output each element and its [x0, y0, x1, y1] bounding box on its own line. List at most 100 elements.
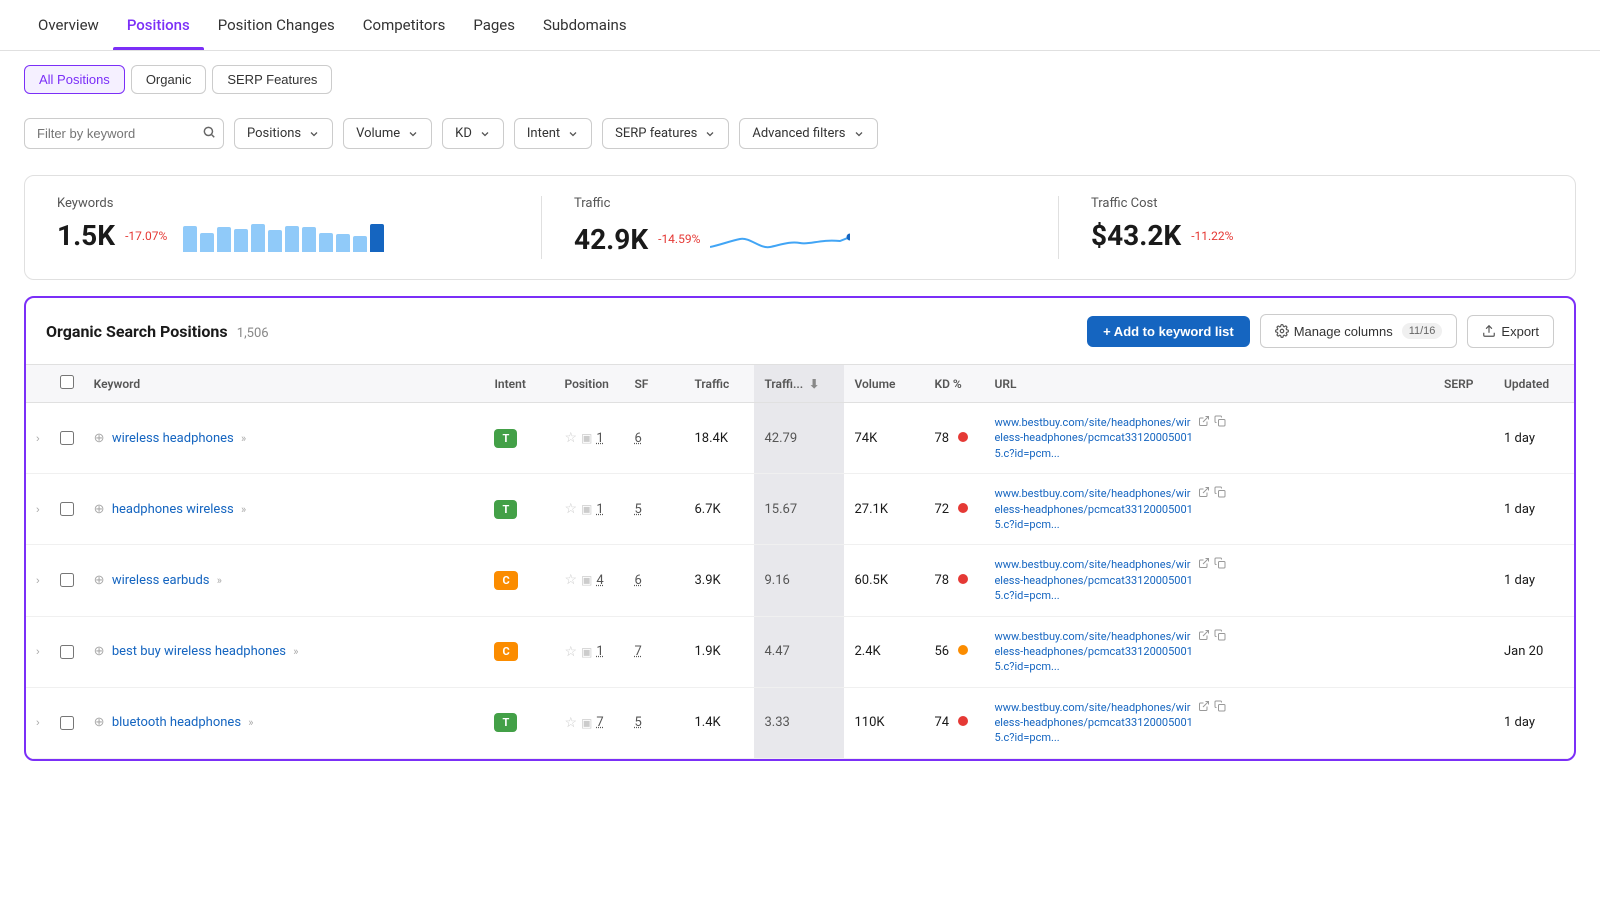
nav-subdomains[interactable]: Subdomains — [529, 0, 641, 50]
expand-button[interactable]: › — [36, 717, 40, 729]
keyword-link[interactable]: best buy wireless headphones — [112, 644, 286, 659]
updated-value: 1 day — [1504, 431, 1535, 446]
traffic-cost-stat: Traffic Cost $43.2K -11.22% — [1059, 196, 1575, 259]
keyword-link[interactable]: headphones wireless — [112, 502, 234, 517]
volume-cell: 60.5K — [844, 545, 924, 616]
kd-filter[interactable]: KD — [442, 118, 504, 149]
th-keyword[interactable]: Keyword — [84, 365, 485, 403]
url-text: www.bestbuy.com/site/headphones/wireless… — [994, 629, 1194, 675]
traffic-cell: 6.7K — [684, 474, 754, 545]
positions-filter[interactable]: Positions — [234, 118, 333, 149]
nav-position-changes[interactable]: Position Changes — [204, 0, 349, 50]
traffic-pct-cell: 42.79 — [754, 403, 844, 474]
keyword-link[interactable]: wireless headphones — [112, 431, 234, 446]
updated-cell: 1 day — [1494, 474, 1574, 545]
expand-button[interactable]: › — [36, 646, 40, 658]
traffic-cost-value-row: $43.2K -11.22% — [1091, 219, 1543, 252]
keyword-filter-input[interactable] — [24, 118, 224, 149]
traffic-pct-cell: 4.47 — [754, 616, 844, 687]
url-copy-button[interactable] — [1214, 486, 1226, 501]
url-cell: www.bestbuy.com/site/headphones/wireless… — [984, 687, 1434, 758]
sf-value: 7 — [634, 644, 641, 659]
external-link-icon — [1198, 415, 1210, 427]
th-kd[interactable]: KD % — [924, 365, 984, 403]
kd-cell: 72 — [924, 474, 984, 545]
url-copy-button[interactable] — [1214, 557, 1226, 572]
updated-value: Jan 20 — [1504, 644, 1543, 659]
th-volume[interactable]: Volume — [844, 365, 924, 403]
sf-value: 6 — [634, 431, 641, 446]
expand-button[interactable]: › — [36, 575, 40, 587]
sub-tabs: All Positions Organic SERP Features — [0, 51, 1600, 108]
row-checkbox[interactable] — [60, 716, 74, 730]
export-button[interactable]: Export — [1467, 315, 1554, 348]
th-serp[interactable]: SERP — [1434, 365, 1494, 403]
row-checkbox[interactable] — [60, 573, 74, 587]
url-copy-button[interactable] — [1214, 629, 1226, 644]
url-external-link-button[interactable] — [1198, 415, 1210, 430]
select-all-checkbox[interactable] — [60, 375, 74, 389]
add-to-keyword-list-button[interactable]: + Add to keyword list — [1087, 316, 1250, 347]
keyword-link[interactable]: bluetooth headphones — [112, 715, 241, 730]
th-updated[interactable]: Updated — [1494, 365, 1574, 403]
volume-cell: 27.1K — [844, 474, 924, 545]
plus-circle-icon: ⊕ — [94, 715, 105, 730]
expand-button[interactable]: › — [36, 504, 40, 516]
table-actions: + Add to keyword list Manage columns 11/… — [1087, 314, 1554, 348]
row-checkbox[interactable] — [60, 502, 74, 516]
traffic-pct-value: 3.33 — [764, 715, 789, 730]
keyword-cell: ⊕ wireless earbuds » — [84, 545, 485, 616]
th-traffic-pct[interactable]: Traffi... ⬇ — [754, 365, 844, 403]
url-external-link-button[interactable] — [1198, 557, 1210, 572]
url-copy-button[interactable] — [1214, 415, 1226, 430]
intent-badge: C — [494, 571, 517, 590]
kd-cell: 74 — [924, 687, 984, 758]
th-position[interactable]: Position — [554, 365, 624, 403]
nav-overview[interactable]: Overview — [24, 0, 113, 50]
updated-value: 1 day — [1504, 573, 1535, 588]
table-count: 1,506 — [237, 326, 269, 341]
keyword-link[interactable]: wireless earbuds — [112, 573, 210, 588]
tab-serp-features[interactable]: SERP Features — [212, 65, 332, 94]
advanced-filters[interactable]: Advanced filters — [739, 118, 877, 149]
url-external-link-button[interactable] — [1198, 629, 1210, 644]
expand-button[interactable]: › — [36, 433, 40, 445]
row-checkbox[interactable] — [60, 431, 74, 445]
volume-value: 2.4K — [854, 644, 880, 659]
table-title-wrap: Organic Search Positions 1,506 — [46, 322, 269, 341]
th-intent[interactable]: Intent — [484, 365, 554, 403]
url-cell-inner: www.bestbuy.com/site/headphones/wireless… — [994, 415, 1424, 461]
row-checkbox[interactable] — [60, 645, 74, 659]
nav-competitors[interactable]: Competitors — [349, 0, 460, 50]
chevron-down-icon — [567, 128, 579, 140]
nav-pages[interactable]: Pages — [459, 0, 529, 50]
sf-cell: 7 — [624, 616, 684, 687]
serp-features-filter[interactable]: SERP features — [602, 118, 729, 149]
star-icon: ☆ — [564, 715, 577, 731]
keywords-chart — [183, 220, 384, 252]
manage-columns-button[interactable]: Manage columns 11/16 — [1260, 314, 1458, 348]
intent-filter[interactable]: Intent — [514, 118, 592, 149]
bar-item — [200, 233, 214, 252]
volume-filter[interactable]: Volume — [343, 118, 432, 149]
star-icon: ☆ — [564, 501, 577, 517]
url-external-link-button[interactable] — [1198, 700, 1210, 715]
th-traffic[interactable]: Traffic — [684, 365, 754, 403]
sf-value: 6 — [634, 573, 641, 588]
tab-all-positions[interactable]: All Positions — [24, 65, 125, 94]
url-external-link-button[interactable] — [1198, 486, 1210, 501]
th-url[interactable]: URL — [984, 365, 1434, 403]
kd-dot — [958, 432, 968, 442]
url-copy-button[interactable] — [1214, 700, 1226, 715]
url-cell-inner: www.bestbuy.com/site/headphones/wireless… — [994, 700, 1424, 746]
th-sf[interactable]: SF — [624, 365, 684, 403]
bar-item — [336, 234, 350, 252]
volume-value: 27.1K — [854, 502, 888, 517]
checkbox-cell — [50, 403, 84, 474]
tab-organic[interactable]: Organic — [131, 65, 207, 94]
search-button[interactable] — [202, 125, 216, 142]
nav-positions[interactable]: Positions — [113, 0, 204, 50]
sf-cell: 5 — [624, 687, 684, 758]
bar-item — [302, 227, 316, 252]
bar-item — [319, 233, 333, 252]
